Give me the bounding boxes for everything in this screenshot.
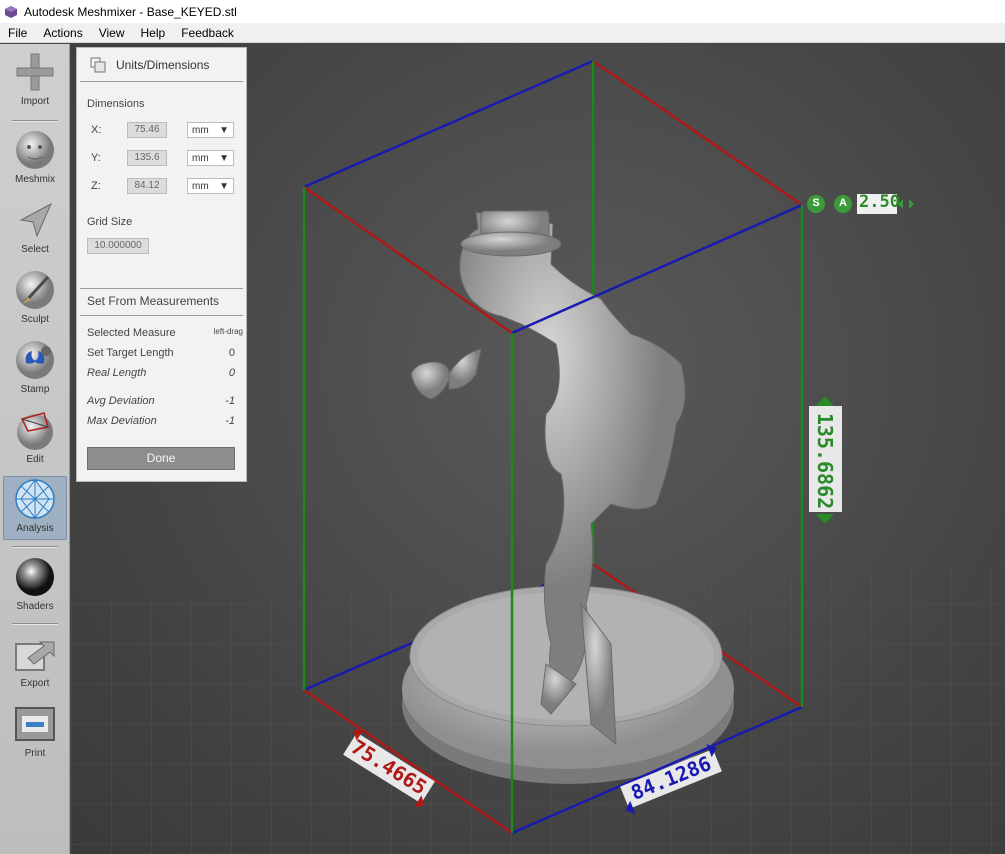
tool-edit-label: Edit (26, 454, 44, 465)
geodesic-sphere-icon (13, 477, 57, 521)
real-length-value: 0 (228, 367, 235, 379)
printer-icon (13, 702, 57, 746)
tool-analysis[interactable]: Analysis (3, 476, 67, 540)
panel-divider (80, 288, 243, 289)
tool-import-label: Import (20, 96, 50, 107)
menu-actions[interactable]: Actions (35, 26, 90, 40)
dim-z-unit-text: mm (192, 180, 209, 192)
tool-select-label: Select (21, 244, 49, 255)
meshmixer-logo-icon (5, 5, 17, 18)
set-from-measurements-title: Set From Measurements (87, 294, 220, 308)
export-icon (13, 632, 57, 676)
dim-y-unit-text: mm (192, 152, 209, 164)
tool-import[interactable]: Import (3, 50, 67, 116)
tool-edit[interactable]: Edit (3, 408, 67, 474)
max-deviation-value: -1 (225, 415, 235, 427)
avg-deviation-label: Avg Deviation (87, 395, 155, 407)
spacing-value[interactable]: 2.50 (859, 192, 900, 212)
selected-measure-label: Selected Measure (87, 327, 176, 339)
tool-analysis-label: Analysis (16, 523, 54, 534)
spacing-increase-icon[interactable] (909, 199, 914, 209)
dim-x-label: X: (91, 124, 102, 136)
left-toolbar: Import Meshmix Select Sculpt Stamp Edit (0, 44, 70, 854)
max-deviation-row: Max Deviation -1 (87, 415, 243, 427)
tool-export-label: Export (20, 678, 50, 689)
tool-shaders-label: Shaders (16, 601, 54, 612)
brush-icon (13, 268, 57, 312)
dropdown-arrow-icon: ▼ (219, 124, 229, 136)
dim-x-unit-text: mm (192, 124, 209, 136)
tool-sculpt[interactable]: Sculpt (3, 268, 67, 334)
max-deviation-label: Max Deviation (87, 415, 157, 427)
target-length-row: Set Target Length 0 (87, 347, 243, 359)
tool-print[interactable]: Print (3, 702, 67, 768)
chrome-sphere-icon (13, 555, 57, 599)
toolbar-separator (12, 546, 58, 548)
snap-s-label: S (812, 197, 820, 209)
panel-title: Units/Dimensions (116, 57, 210, 72)
tool-sculpt-label: Sculpt (21, 314, 49, 325)
dropdown-arrow-icon: ▼ (219, 180, 229, 192)
dim-z-field[interactable]: 84.12 (127, 178, 167, 194)
avg-deviation-row: Avg Deviation -1 (87, 395, 243, 407)
dim-x-unit-select[interactable]: mm ▼ (187, 122, 234, 138)
toolbar-separator (12, 623, 58, 625)
tool-print-label: Print (24, 748, 46, 759)
toolbar-separator (12, 120, 58, 122)
dim-z-label: Z: (91, 180, 101, 192)
done-button[interactable]: Done (87, 447, 235, 470)
tool-meshmix-label: Meshmix (14, 174, 55, 185)
dim-x-field[interactable]: 75.46 (127, 122, 167, 138)
dim-y-unit-select[interactable]: mm ▼ (187, 150, 234, 166)
face-sphere-icon (13, 128, 57, 172)
dim-z-row: Z: 84.12 mm ▼ (91, 177, 241, 195)
tool-select[interactable]: Select (3, 198, 67, 264)
panel-divider (80, 315, 243, 316)
tool-shaders[interactable]: Shaders (3, 555, 67, 621)
grid-size-title: Grid Size (87, 216, 133, 228)
dim-x-row: X: 75.46 mm ▼ (91, 121, 241, 139)
target-length-label: Set Target Length (87, 347, 174, 359)
real-length-label: Real Length (87, 367, 147, 379)
window-title: Autodesk Meshmixer - Base_KEYED.stl (24, 4, 237, 19)
plus-icon (13, 50, 57, 94)
menu-feedback[interactable]: Feedback (173, 26, 242, 40)
tool-meshmix[interactable]: Meshmix (3, 128, 67, 194)
dim-y-label: Y: (91, 152, 101, 164)
panel-collapse-icon[interactable] (90, 57, 106, 73)
panel-header[interactable]: Units/Dimensions (80, 48, 243, 82)
dimensions-section-title: Dimensions (87, 98, 145, 110)
snap-a-label: A (839, 197, 847, 209)
tool-stamp-label: Stamp (20, 384, 50, 395)
arrow-cursor-icon (13, 198, 57, 242)
edit-sphere-icon (13, 408, 57, 452)
dim-y-row: Y: 135.6 mm ▼ (91, 149, 241, 167)
stamp-icon (13, 338, 57, 382)
menu-view[interactable]: View (91, 26, 133, 40)
dim-y-value: 135.6862 (813, 412, 837, 510)
menu-bar: File Actions View Help Feedback (0, 23, 1005, 43)
dim-z-unit-select[interactable]: mm ▼ (187, 178, 234, 194)
target-length-value[interactable]: 0 (229, 347, 243, 359)
tool-export[interactable]: Export (3, 632, 67, 698)
real-length-row: Real Length 0 (87, 367, 243, 379)
tool-stamp[interactable]: Stamp (3, 338, 67, 404)
selected-measure-row: Selected Measure left-drag (87, 327, 243, 339)
selected-measure-value: left-drag (213, 327, 243, 336)
dim-y-field[interactable]: 135.6 (127, 150, 167, 166)
menu-file[interactable]: File (0, 26, 35, 40)
title-bar: Autodesk Meshmixer - Base_KEYED.stl (0, 0, 1005, 23)
avg-deviation-value: -1 (225, 395, 235, 407)
dropdown-arrow-icon: ▼ (219, 152, 229, 164)
menu-help[interactable]: Help (133, 26, 174, 40)
grid-size-field[interactable]: 10.000000 (87, 238, 149, 254)
units-dimensions-panel: Units/Dimensions Dimensions X: 75.46 mm ▼… (76, 47, 247, 482)
